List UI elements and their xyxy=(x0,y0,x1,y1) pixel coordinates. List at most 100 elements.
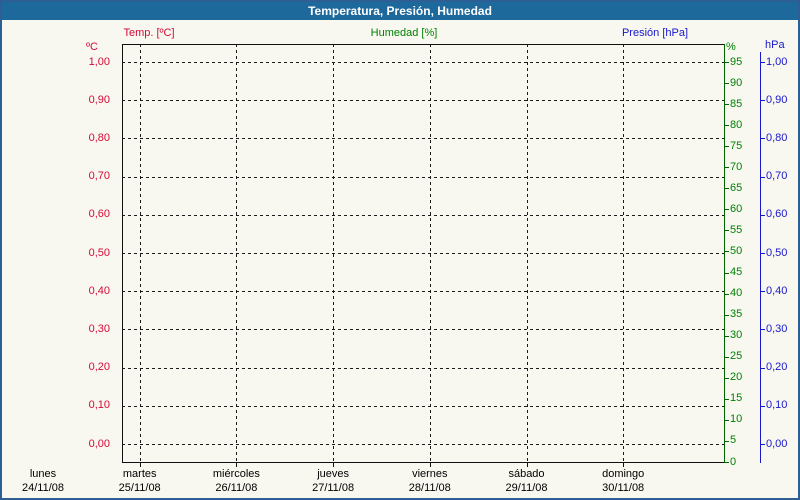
pressure-tick xyxy=(760,367,765,369)
day-name-label: martes xyxy=(122,468,157,480)
day-date-label: 24/11/08 xyxy=(21,482,64,494)
humidity-tick xyxy=(724,335,729,337)
humidity-tick xyxy=(724,167,729,169)
humidity-tick xyxy=(724,419,729,421)
temperature-tick-label: 0,80 xyxy=(88,131,110,144)
humidity-tick xyxy=(724,83,729,85)
humidity-tick xyxy=(724,440,729,442)
pressure-tick-label: 0,30 xyxy=(766,322,788,335)
day-name-label: miércoles xyxy=(212,468,260,480)
day-date-label: 25/11/08 xyxy=(118,482,161,494)
day-name-label: jueves xyxy=(317,468,349,480)
pressure-tick-label: 0,40 xyxy=(766,284,788,297)
chart-window: Temperatura, Presión, Humedad Temp. [ºC]… xyxy=(0,0,800,500)
pressure-tick-label: 0,50 xyxy=(766,246,788,259)
gridline-vertical xyxy=(236,44,238,462)
day-tick xyxy=(139,463,141,467)
gridline-horizontal xyxy=(122,444,724,445)
gridline-vertical xyxy=(526,44,528,462)
humidity-tick-label: 70 xyxy=(730,160,743,173)
humidity-tick xyxy=(724,314,729,316)
humidity-tick xyxy=(724,62,729,63)
humidity-tick xyxy=(724,462,729,463)
humidity-tick-label: 30 xyxy=(730,329,743,342)
day-date-label: 27/11/08 xyxy=(312,482,355,494)
humidity-tick xyxy=(724,377,729,379)
humidity-tick xyxy=(724,293,729,295)
gridline-vertical xyxy=(623,44,625,462)
humidity-tick-label: 25 xyxy=(730,350,743,363)
humidity-tick-label: 55 xyxy=(730,223,743,236)
temperature-tick-label: 1,00 xyxy=(88,55,110,68)
humidity-tick-label: 90 xyxy=(730,76,743,89)
pressure-axis-unit: hPa xyxy=(765,39,785,51)
pressure-tick-label: 0,90 xyxy=(766,93,788,106)
pressure-axis-line xyxy=(760,52,761,463)
day-name-label: sábado xyxy=(508,468,545,480)
humidity-tick xyxy=(724,230,729,232)
temperature-tick-label: 0,40 xyxy=(88,284,110,297)
pressure-tick xyxy=(760,405,765,407)
gridline-horizontal xyxy=(122,367,724,369)
temperature-tick-label: 0,60 xyxy=(88,208,110,221)
humidity-tick-label: 40 xyxy=(730,287,743,300)
pressure-tick xyxy=(760,214,765,216)
gridline-vertical xyxy=(429,44,431,462)
day-name-label: domingo xyxy=(602,468,645,480)
humidity-axis-unit: % xyxy=(726,41,736,53)
pressure-tick-label: 0,20 xyxy=(766,361,788,374)
gridline-horizontal xyxy=(122,100,724,102)
day-tick xyxy=(429,463,431,467)
humidity-tick-label: 50 xyxy=(730,244,743,257)
humidity-tick-label: 60 xyxy=(730,202,743,215)
pressure-tick-label: 1,00 xyxy=(766,55,788,68)
temperature-axis-unit: ºC xyxy=(86,41,98,53)
humidity-tick xyxy=(724,146,729,148)
day-name-label: viernes xyxy=(412,468,448,480)
pressure-tick-label: 0,60 xyxy=(766,208,788,221)
pressure-tick-label: 0,70 xyxy=(766,170,788,183)
day-date-label: 26/11/08 xyxy=(215,482,258,494)
pressure-tick xyxy=(760,100,765,102)
pressure-tick xyxy=(760,329,765,331)
humidity-tick-label: 95 xyxy=(730,55,743,68)
gridline-horizontal xyxy=(122,253,724,254)
legend-humidity: Humedad [%] xyxy=(370,27,438,39)
gridline-horizontal xyxy=(122,214,724,216)
plot-top-border xyxy=(122,44,724,45)
gridline-vertical xyxy=(333,44,335,462)
humidity-tick xyxy=(724,251,729,253)
pressure-tick-label: 0,10 xyxy=(766,399,788,412)
humidity-tick-label: 35 xyxy=(730,308,743,321)
legend-temperature: Temp. [ºC] xyxy=(123,27,175,39)
gridline-horizontal xyxy=(122,291,724,293)
humidity-tick xyxy=(724,398,729,400)
temperature-tick-label: 0,90 xyxy=(88,93,110,106)
gridline-horizontal xyxy=(122,62,724,63)
humidity-tick-label: 75 xyxy=(730,139,743,152)
day-tick xyxy=(333,463,335,467)
day-date-label: 29/11/08 xyxy=(505,482,548,494)
window-titlebar: Temperatura, Presión, Humedad xyxy=(2,2,798,20)
pressure-tick xyxy=(760,444,765,445)
humidity-tick-label: 10 xyxy=(730,413,743,426)
temperature-tick-label: 0,50 xyxy=(88,246,110,259)
day-date-label: 28/11/08 xyxy=(408,482,451,494)
humidity-tick-label: 65 xyxy=(730,181,743,194)
day-name-label: lunes xyxy=(29,468,57,480)
humidity-tick xyxy=(724,125,729,127)
humidity-tick-label: 45 xyxy=(730,266,743,279)
gridline-vertical xyxy=(139,44,141,462)
day-tick xyxy=(526,463,528,467)
pressure-tick-label: 0,00 xyxy=(766,437,788,450)
humidity-tick-label: 5 xyxy=(730,434,737,447)
temperature-tick-label: 0,30 xyxy=(88,322,110,335)
temperature-tick-label: 0,10 xyxy=(88,399,110,412)
gridline-horizontal xyxy=(122,176,724,178)
humidity-tick-label: 0 xyxy=(730,455,737,468)
humidity-axis-line xyxy=(724,44,725,463)
pressure-tick-label: 0,80 xyxy=(766,131,788,144)
pressure-tick xyxy=(760,62,765,63)
humidity-tick xyxy=(724,356,729,358)
pressure-tick xyxy=(760,176,765,178)
